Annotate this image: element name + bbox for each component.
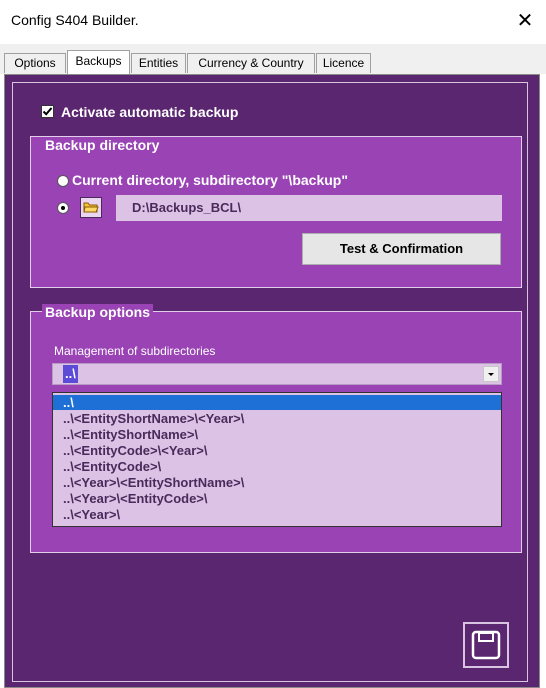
folder-icon (83, 202, 99, 213)
list-item[interactable]: ..\<EntityShortName>\ (53, 427, 501, 442)
radio-current-directory[interactable] (57, 175, 69, 187)
close-icon[interactable]: ✕ (512, 8, 538, 34)
list-item[interactable]: ..\<EntityCode>\ (53, 459, 501, 474)
save-button[interactable] (463, 622, 509, 668)
list-item[interactable]: ..\<EntityCode>\<Year>\ (53, 443, 501, 458)
tab-entities[interactable]: Entities (131, 53, 186, 73)
tab-backups[interactable]: Backups (67, 50, 130, 74)
backup-directory-title: Backup directory (42, 137, 163, 153)
tab-licence[interactable]: Licence (316, 53, 371, 73)
chevron-down-icon[interactable] (483, 366, 499, 382)
list-item[interactable]: ..\<Year>\ (53, 507, 501, 522)
subdirectories-label: Management of subdirectories (54, 344, 216, 358)
check-mark-icon (42, 107, 53, 116)
tab-options[interactable]: Options (4, 53, 66, 73)
backup-options-title: Backup options (42, 304, 154, 320)
backup-path-field[interactable]: D:\Backups_BCL\ (116, 195, 502, 221)
tab-strip: Options Backups Entities Currency & Coun… (0, 44, 546, 74)
current-directory-label: Current directory, subdirectory "\backup… (72, 172, 348, 188)
dropdown-arrow-shape (488, 373, 494, 376)
activate-backup-checkbox[interactable] (41, 105, 54, 118)
floppy-disk-icon (471, 630, 501, 660)
radio-selected-dot (61, 206, 65, 210)
activate-backup-label: Activate automatic backup (61, 104, 239, 120)
subdirectories-dropdown-list: ..\ ..\<EntityShortName>\<Year>\ ..\<Ent… (52, 392, 502, 527)
radio-custom-directory[interactable] (57, 202, 69, 214)
tab-currency-country[interactable]: Currency & Country (187, 53, 315, 73)
list-item[interactable]: ..\ (53, 395, 501, 410)
test-confirmation-button[interactable]: Test & Confirmation (302, 233, 501, 265)
window-title: Config S404 Builder. (11, 12, 139, 28)
subdirectories-select[interactable]: ..\ (52, 363, 502, 385)
browse-folder-button[interactable] (80, 197, 102, 218)
title-bar: Config S404 Builder. ✕ (0, 0, 546, 45)
list-item[interactable]: ..\<Year>\<EntityShortName>\ (53, 475, 501, 490)
subdirectories-selected-value: ..\ (63, 365, 78, 383)
list-item[interactable]: ..\<EntityShortName>\<Year>\ (53, 411, 501, 426)
list-item[interactable]: ..\<Year>\<EntityCode>\ (53, 491, 501, 506)
